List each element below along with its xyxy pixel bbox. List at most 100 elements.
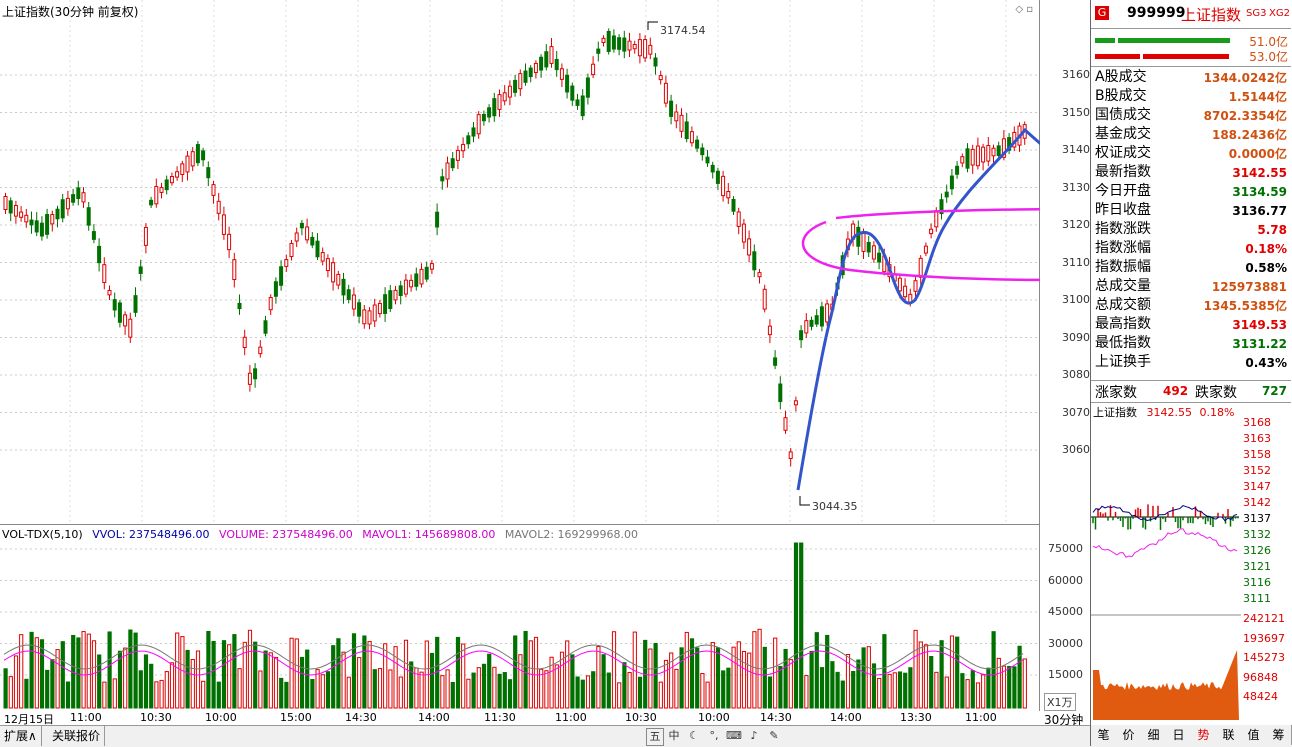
side-tab[interactable]: 日 <box>1166 725 1192 745</box>
quote-row: 最新指数 3142.55 <box>1091 163 1291 182</box>
candlestick <box>632 40 637 54</box>
candlestick <box>549 38 554 68</box>
side-tab[interactable]: 笔 <box>1091 725 1117 745</box>
candlestick <box>409 274 414 292</box>
volume-bar <box>570 654 575 709</box>
candlestick <box>341 272 346 304</box>
price-tick-label: 3100 <box>1062 293 1090 306</box>
volume-bar <box>289 637 294 709</box>
candlestick <box>554 51 559 77</box>
side-tab[interactable]: 细 <box>1141 725 1167 745</box>
candlestick <box>513 74 518 97</box>
candlestick <box>175 166 180 181</box>
volume-bar <box>403 639 409 709</box>
candlestick <box>299 220 304 236</box>
volume-bar <box>762 646 767 709</box>
volume-bar <box>440 675 445 709</box>
tool-icon[interactable]: ✎ <box>766 728 782 744</box>
expand-tab[interactable]: 扩展∧ <box>0 726 42 746</box>
candlestick <box>315 233 320 261</box>
turnover-bar-red <box>1095 54 1140 59</box>
kline-chart[interactable] <box>0 0 1040 525</box>
volume-bar <box>39 639 45 709</box>
candlestick <box>351 287 356 317</box>
related-quotes-tab[interactable]: 关联报价 <box>48 726 106 746</box>
quote-row: 最低指数 3131.22 <box>1091 334 1291 353</box>
moon-icon[interactable]: ☾ <box>686 728 702 744</box>
candlestick <box>705 150 710 167</box>
panel-control-icons[interactable]: ◇ ▫ <box>1015 4 1033 15</box>
candlestick <box>575 93 580 110</box>
volume-bar <box>544 670 549 709</box>
chinese-mode-icon[interactable]: 中 <box>666 728 682 744</box>
side-tab[interactable]: 值 <box>1241 725 1267 745</box>
volume-bar <box>788 659 793 709</box>
side-tab[interactable]: 联 <box>1216 725 1242 745</box>
quote-row-label: 国债成交 <box>1095 107 1151 123</box>
kline-chart-panel[interactable]: 上证指数(30分钟 前复权) 3174.54 3044.35 ◇ ▫ <box>0 0 1040 525</box>
chart-title: 上证指数(30分钟 前复权) <box>2 5 139 19</box>
volume-bar <box>315 669 320 709</box>
volume-bar <box>877 677 882 709</box>
volume-bar <box>840 680 845 709</box>
candlestick <box>741 218 746 249</box>
volume-bar <box>497 673 502 709</box>
candlestick <box>195 141 200 167</box>
volume-bar <box>783 648 788 709</box>
side-tab[interactable]: 价 <box>1116 725 1142 745</box>
volume-bar <box>258 670 263 709</box>
input-mode-icon[interactable]: 五 <box>646 728 664 746</box>
time-tick-label: 11:30 <box>484 711 516 724</box>
volume-bar <box>653 642 658 709</box>
keyboard-icon[interactable]: ⌨ <box>726 728 742 744</box>
candlestick <box>669 94 674 125</box>
speaker-icon[interactable]: ♪ <box>746 728 762 744</box>
price-tick-label: 3070 <box>1062 405 1090 419</box>
volume-bar <box>835 671 840 709</box>
volume-bar <box>580 679 585 709</box>
volume-bar <box>409 661 414 709</box>
candlestick <box>424 261 429 283</box>
side-tab[interactable]: 筹 <box>1266 725 1292 745</box>
index-code: 999999 <box>1127 5 1186 21</box>
mini-price-tick: 3132 <box>1243 528 1271 541</box>
volume-bar <box>81 631 86 709</box>
candlestick <box>398 280 403 305</box>
candlestick <box>507 80 512 106</box>
volume-bar <box>611 631 617 709</box>
candlestick <box>939 193 944 220</box>
volume-bar <box>1007 665 1012 709</box>
candlestick <box>929 223 934 239</box>
volume-bar <box>492 666 497 709</box>
volume-bar <box>637 676 643 709</box>
volume-bar <box>533 636 539 709</box>
price-tick-label: 3160 <box>1062 68 1090 81</box>
time-tick-label: 11:00 <box>965 711 997 724</box>
candlestick <box>903 278 908 303</box>
volume-bar <box>991 631 996 709</box>
quote-row-value: 1.5144亿 <box>1228 90 1287 104</box>
candlestick <box>960 153 965 168</box>
candlestick <box>715 167 720 191</box>
candlestick <box>331 257 336 291</box>
price-tick-label: 3140 <box>1062 143 1090 156</box>
side-tab[interactable]: 势 <box>1191 725 1217 745</box>
mini-vol-tick: 48424 <box>1243 690 1278 703</box>
volume-bar <box>169 662 175 709</box>
volume-bar <box>679 647 684 709</box>
volume-bar <box>923 644 929 709</box>
volume-bar <box>606 672 611 709</box>
candlestick <box>232 252 237 288</box>
candlestick <box>133 287 138 317</box>
quote-row-label: B股成交 <box>1095 88 1147 104</box>
vol-unit-label: X1万 <box>1044 693 1076 711</box>
volume-bar <box>627 671 632 709</box>
candlestick <box>923 242 928 257</box>
volume-chart-panel[interactable] <box>0 525 1040 711</box>
candlestick <box>570 82 575 106</box>
dot-icon[interactable]: °, <box>706 728 722 744</box>
volume-chart[interactable] <box>0 525 1040 711</box>
quote-row-label: 总成交额 <box>1095 297 1151 313</box>
volume-bar <box>133 632 138 709</box>
candlestick <box>242 329 247 356</box>
